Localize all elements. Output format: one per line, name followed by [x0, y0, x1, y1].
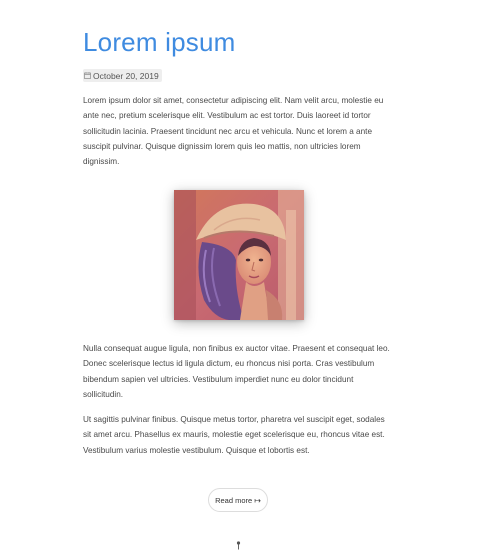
calendar-icon	[84, 72, 91, 79]
post-title[interactable]: Lorem ipsum	[83, 26, 235, 58]
post-date-text: October 20, 2019	[93, 70, 159, 81]
pin-icon	[236, 537, 241, 550]
read-more-label: Read more	[215, 495, 253, 505]
post-image	[174, 190, 304, 320]
post-paragraph: Nulla consequat augue ligula, non finibu…	[83, 344, 390, 399]
post-paragraph: Ut sagittis pulvinar finibus. Quisque me…	[83, 415, 385, 455]
post-paragraph: Lorem ipsum dolor sit amet, consectetur …	[83, 96, 384, 167]
long-arrow-right-icon: ↦	[254, 495, 261, 505]
post-date: October 20, 2019	[83, 69, 162, 82]
read-more-button[interactable]: Read more ↦	[208, 488, 268, 512]
